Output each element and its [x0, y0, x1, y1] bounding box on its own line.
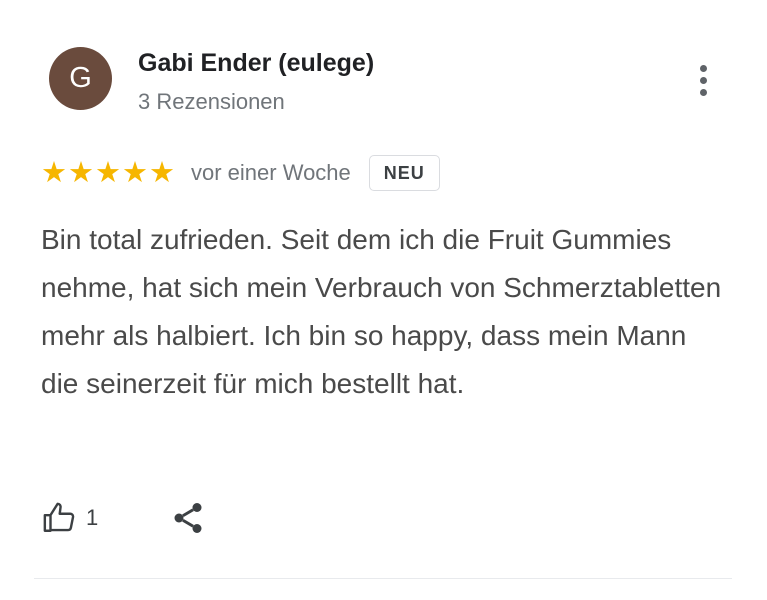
author-name[interactable]: Gabi Ender (eulege): [138, 49, 374, 78]
like-button[interactable]: 1: [42, 498, 98, 538]
review-date: vor einer Woche: [191, 160, 351, 185]
review-card: G Gabi Ender (eulege) 3 Rezensionen ★ ★ ★ ★…: [0, 0, 767, 600]
star-rating: ★ ★ ★ ★ ★: [41, 156, 176, 189]
star-icon: ★: [95, 156, 121, 189]
divider: [34, 578, 732, 579]
like-count: 1: [86, 505, 99, 530]
new-badge: NEU: [368, 155, 440, 191]
share-button[interactable]: [170, 500, 206, 536]
more-vert-icon: [699, 64, 707, 72]
share-icon: [174, 503, 202, 533]
review-count[interactable]: 3 Rezensionen: [138, 89, 285, 115]
star-icon: ★: [149, 156, 175, 189]
avatar[interactable]: G: [49, 47, 112, 110]
thumbs-up-icon: [43, 502, 75, 532]
star-icon: ★: [122, 156, 148, 189]
more-vert-icon-dot: [699, 76, 707, 84]
rating-row: ★ ★ ★ ★ ★ vor einer Woche NEU: [41, 152, 440, 194]
star-icon: ★: [41, 156, 67, 189]
more-options-button[interactable]: [686, 60, 720, 100]
more-vert-icon-dot: [699, 88, 707, 96]
star-icon: ★: [68, 156, 94, 189]
avatar-initial: G: [69, 62, 92, 94]
review-text: Bin total zufrieden. Seit dem ich die Fr…: [41, 224, 722, 399]
